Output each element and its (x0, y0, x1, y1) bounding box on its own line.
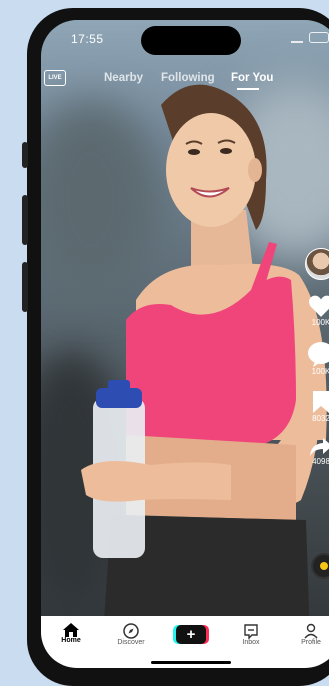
nav-discover[interactable]: Discover (106, 623, 156, 646)
nav-profile[interactable]: Profile (286, 623, 329, 646)
share-count: 4098 (312, 457, 329, 466)
comment-count: 100K (311, 367, 329, 376)
nav-profile-label: Profile (301, 639, 321, 646)
like-button[interactable]: 100K (301, 294, 329, 327)
action-rail: 100K 100K 8032 4098 (301, 248, 329, 480)
video-feed[interactable]: 17:55 LIVE Nearby Following For You 100K… (41, 20, 329, 668)
tab-nearby[interactable]: Nearby (104, 72, 143, 84)
profile-icon (304, 623, 318, 639)
bookmark-icon (313, 391, 329, 413)
compass-icon (123, 623, 139, 639)
live-label: LIVE (48, 75, 62, 81)
tab-following[interactable]: Following (161, 72, 215, 84)
nav-home[interactable]: Home (46, 623, 96, 644)
heart-icon (308, 295, 329, 317)
save-count: 8032 (312, 414, 329, 423)
active-tab-indicator (237, 88, 259, 90)
status-time: 17:55 (71, 32, 104, 46)
nav-inbox-label: Inbox (242, 639, 260, 646)
nav-discover-label: Discover (117, 639, 145, 646)
signal-icon (291, 32, 303, 43)
video-subject-image (81, 84, 327, 668)
home-icon (63, 623, 79, 637)
status-icons (291, 32, 329, 43)
share-arrow-icon (310, 438, 329, 456)
battery-icon (309, 32, 329, 43)
comment-button[interactable]: 100K (301, 341, 329, 376)
avatar (305, 248, 329, 280)
volume-up-button (22, 195, 28, 245)
inbox-icon (244, 624, 258, 639)
live-button[interactable]: LIVE (44, 70, 66, 86)
side-button (22, 142, 28, 168)
tab-for-you[interactable]: For You (231, 72, 273, 84)
like-count: 100K (311, 318, 329, 327)
plus-icon: + (176, 625, 206, 644)
nav-home-label: Home (61, 637, 81, 644)
share-button[interactable]: 4098 (301, 437, 329, 466)
home-indicator (151, 661, 231, 664)
nav-create[interactable]: + (166, 623, 216, 644)
dynamic-island (141, 26, 241, 55)
creator-avatar[interactable] (301, 248, 329, 280)
nav-inbox[interactable]: Inbox (226, 623, 276, 646)
comment-icon (308, 342, 329, 367)
top-navigation: LIVE Nearby Following For You (41, 70, 329, 90)
save-button[interactable]: 8032 (301, 390, 329, 423)
volume-down-button (22, 262, 28, 312)
